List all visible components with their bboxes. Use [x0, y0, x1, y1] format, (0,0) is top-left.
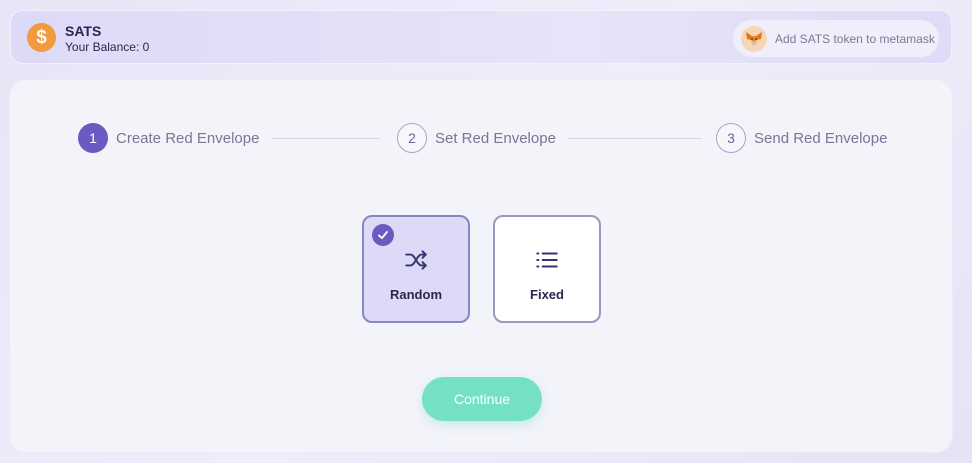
create-envelope-panel: 1 Create Red Envelope 2 Set Red Envelope…	[10, 80, 952, 452]
step-3-number: 3	[716, 123, 746, 153]
list-icon	[536, 252, 558, 268]
top-bar: $ SATS Your Balance: 0 Add SATS token to…	[10, 10, 952, 64]
option-random[interactable]: Random	[362, 215, 470, 323]
metamask-fox-icon	[741, 25, 767, 52]
step-2-label: Set Red Envelope	[435, 129, 556, 147]
option-random-label: Random	[390, 287, 442, 302]
step-1: 1 Create Red Envelope	[78, 123, 259, 153]
stepper: 1 Create Red Envelope 2 Set Red Envelope…	[10, 80, 952, 180]
shuffle-icon	[405, 250, 427, 270]
step-1-label: Create Red Envelope	[116, 129, 260, 147]
step-2: 2 Set Red Envelope	[397, 123, 556, 153]
step-connector	[272, 138, 380, 139]
dollar-coin-icon: $	[27, 23, 56, 52]
add-token-to-metamask-button[interactable]: Add SATS token to metamask	[733, 20, 939, 57]
step-2-number: 2	[397, 123, 427, 153]
check-icon	[372, 224, 394, 246]
continue-button[interactable]: Continue	[422, 377, 542, 421]
option-fixed-label: Fixed	[530, 287, 564, 302]
step-1-number: 1	[78, 123, 108, 153]
option-fixed[interactable]: Fixed	[493, 215, 601, 323]
step-connector	[568, 138, 702, 139]
step-3-label: Send Red Envelope	[754, 129, 888, 147]
balance-text: Your Balance: 0	[65, 40, 150, 54]
step-3: 3 Send Red Envelope	[716, 123, 887, 153]
add-token-label: Add SATS token to metamask	[775, 31, 935, 46]
token-name: SATS	[65, 23, 102, 39]
